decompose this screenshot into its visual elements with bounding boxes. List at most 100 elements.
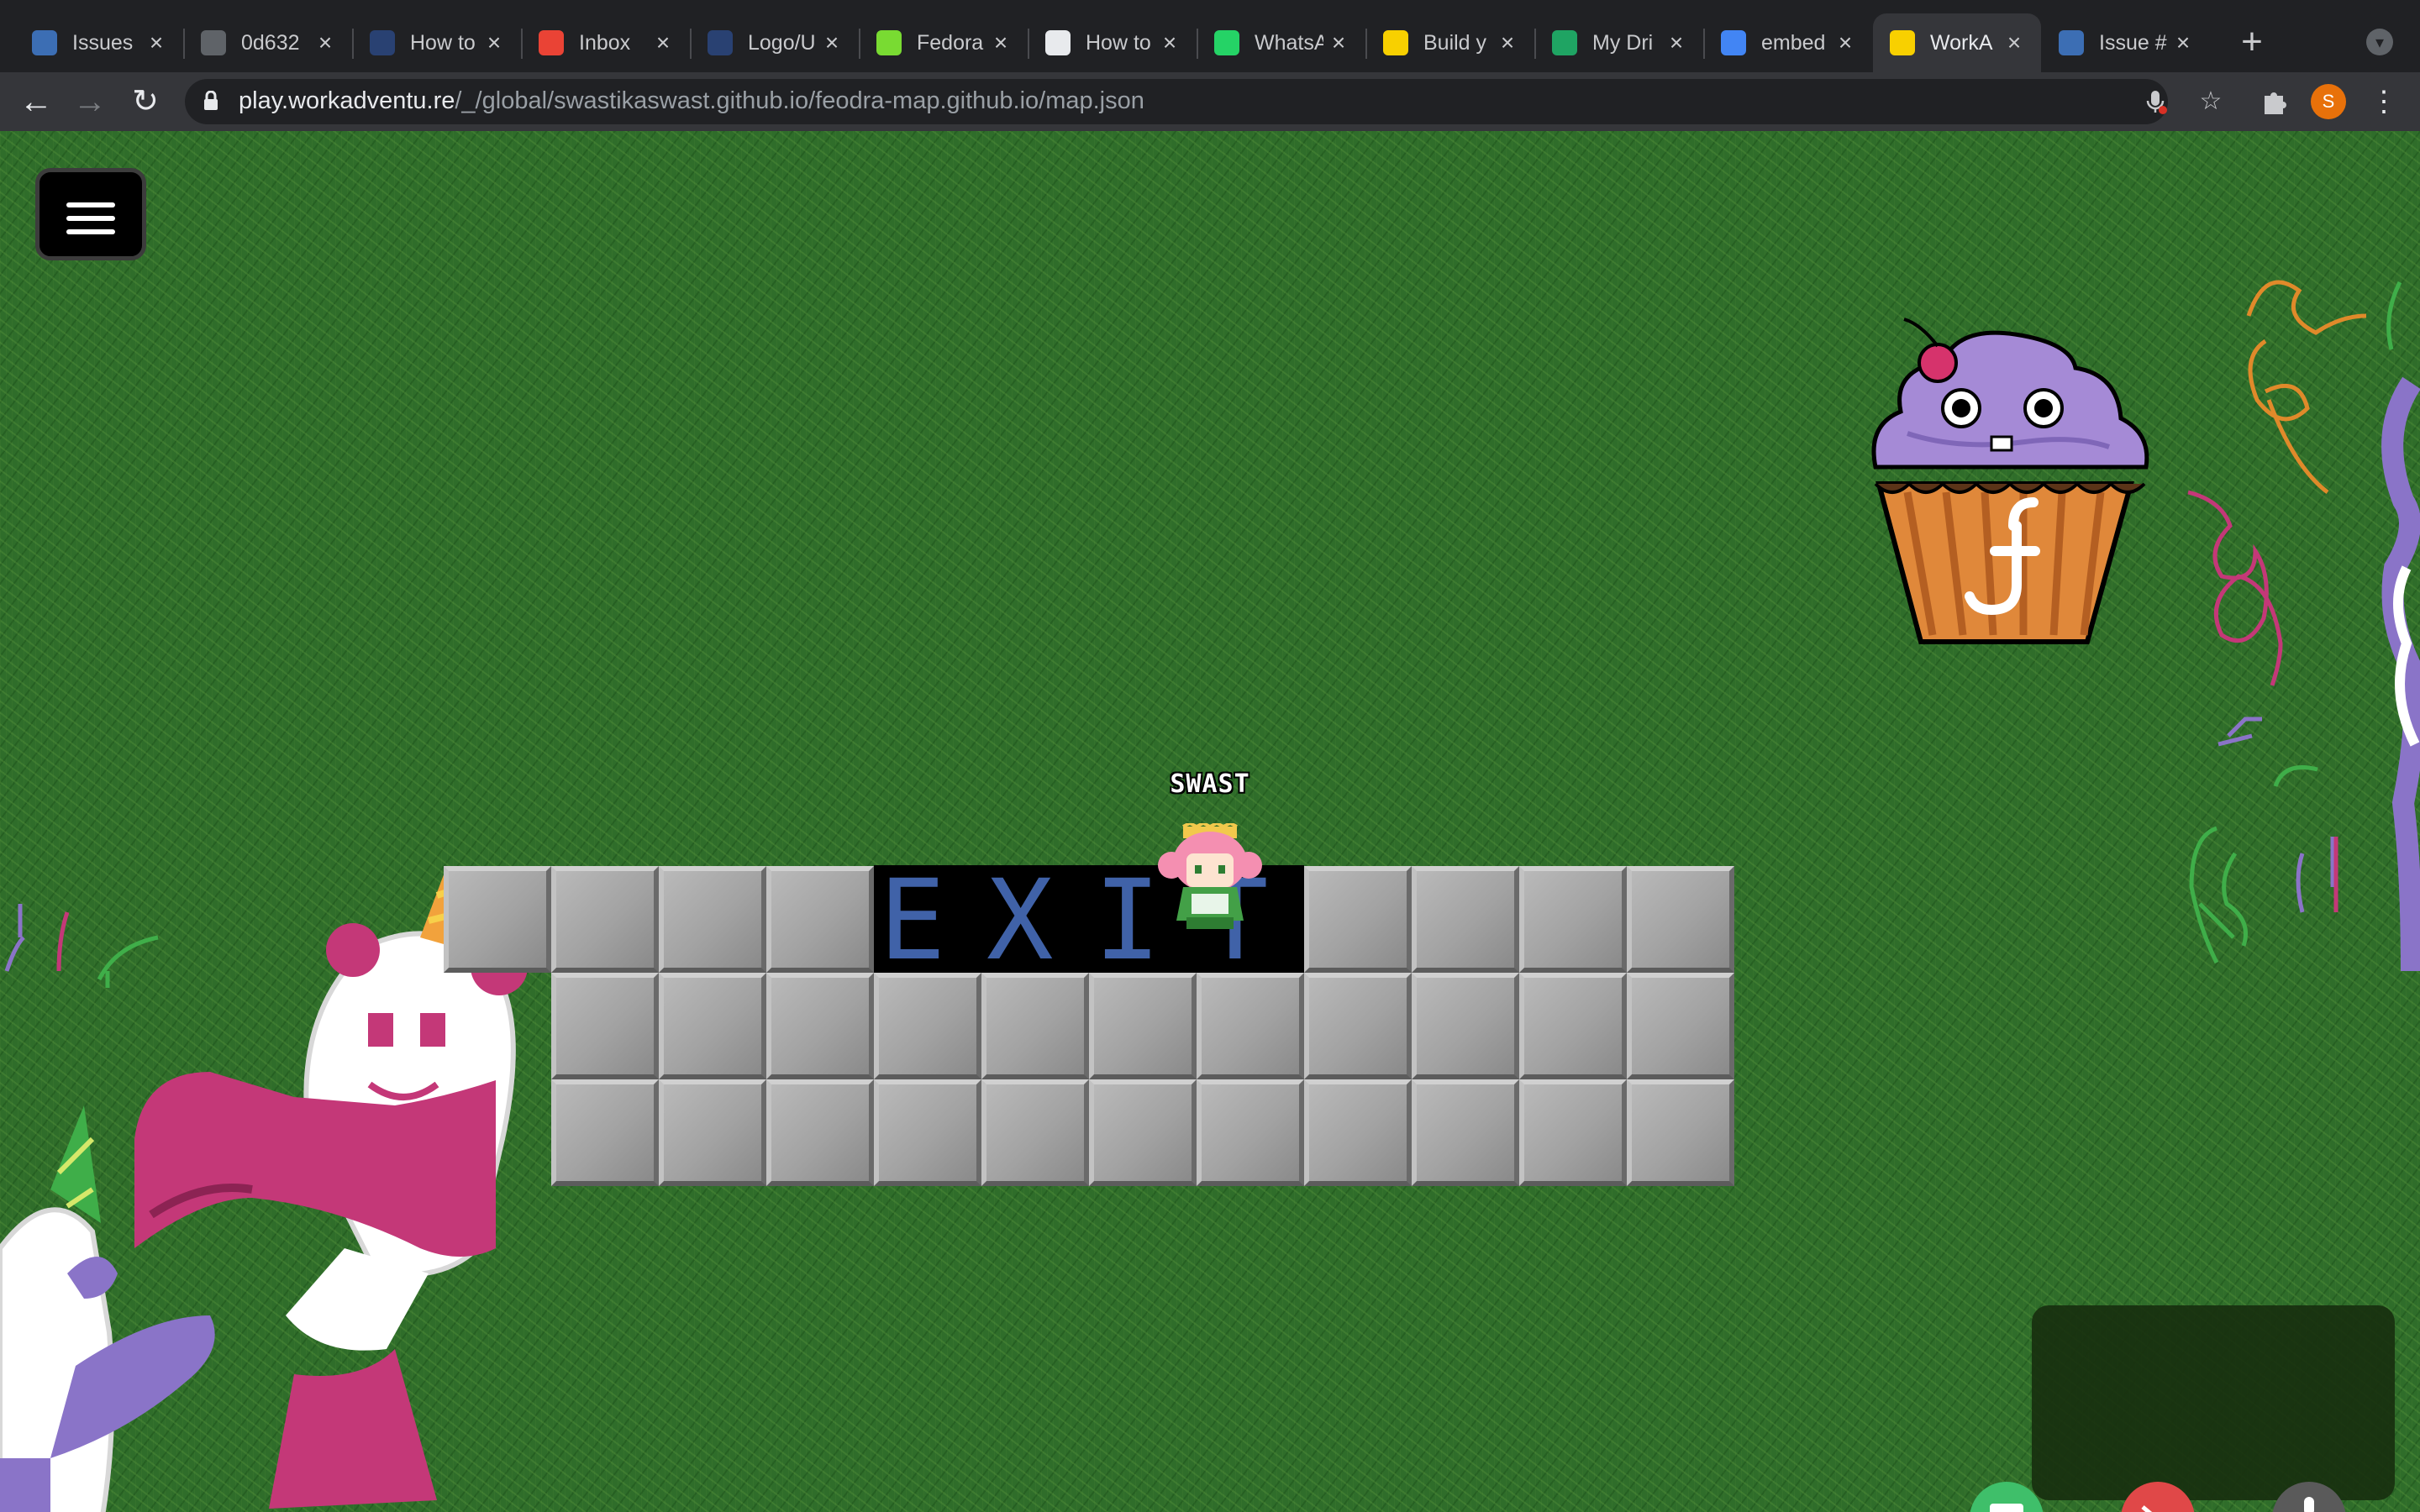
floor-tile bbox=[874, 1079, 981, 1186]
tab-label: Build y bbox=[1423, 30, 1487, 55]
cupcake-sprite bbox=[1871, 318, 2149, 644]
floor-tile bbox=[766, 973, 874, 1079]
mic-blocked-icon[interactable] bbox=[2141, 87, 2170, 116]
back-button[interactable]: ← bbox=[15, 81, 57, 123]
close-tab-icon[interactable]: × bbox=[2001, 29, 2028, 57]
browser-tab[interactable]: WorkA × bbox=[1873, 13, 2041, 72]
floor-tile bbox=[1304, 973, 1412, 1079]
browser-tab[interactable]: Build y × bbox=[1366, 13, 1534, 72]
lock-icon[interactable] bbox=[203, 91, 218, 111]
floor-tile bbox=[1304, 1079, 1412, 1186]
exit-letter: X bbox=[986, 856, 1054, 985]
whatsapp-icon bbox=[1214, 30, 1239, 55]
floor-tile bbox=[551, 973, 659, 1079]
player-name-label: SWAST bbox=[1170, 769, 1250, 799]
new-tab-button[interactable]: + bbox=[2232, 20, 2272, 64]
floor-tile bbox=[1519, 1079, 1627, 1186]
github-icon bbox=[1045, 30, 1071, 55]
floor-tile bbox=[1412, 973, 1519, 1079]
browser-menu-icon[interactable]: ⋮ bbox=[2370, 84, 2398, 119]
forward-button[interactable]: → bbox=[69, 81, 111, 123]
floor-tile bbox=[1412, 866, 1519, 973]
close-tab-icon[interactable]: × bbox=[312, 29, 339, 57]
browser-tab[interactable]: Issues × bbox=[15, 13, 183, 72]
close-tab-icon[interactable]: × bbox=[481, 29, 508, 57]
google-icon bbox=[1721, 30, 1746, 55]
profile-avatar[interactable]: S bbox=[2311, 84, 2346, 119]
workadventure-map[interactable]: E X I T SWAST bbox=[0, 131, 2420, 1512]
tab-label: Logo/U bbox=[748, 30, 816, 55]
browser-tab[interactable]: Inbox × bbox=[522, 13, 690, 72]
close-tab-icon[interactable]: × bbox=[1832, 29, 1859, 57]
close-tab-icon[interactable]: × bbox=[1663, 29, 1690, 57]
url-text[interactable]: play.workadventu.re/_/global/swastikaswa… bbox=[239, 87, 1144, 115]
floor-tile bbox=[1412, 1079, 1519, 1186]
camera-toggle-button[interactable] bbox=[2121, 1482, 2195, 1512]
fedora-logo-icon bbox=[370, 30, 395, 55]
floor-tile bbox=[659, 1079, 766, 1186]
url-host: play.workadventu.re bbox=[239, 87, 455, 114]
browser-tab[interactable]: Logo/U × bbox=[691, 13, 859, 72]
close-tab-icon[interactable]: × bbox=[818, 29, 845, 57]
floor-tile bbox=[1304, 866, 1412, 973]
main-menu-button[interactable] bbox=[35, 168, 146, 260]
browser-tab[interactable]: How to × bbox=[353, 13, 521, 72]
fedora-bug-icon bbox=[2059, 30, 2084, 55]
tab-label: Fedora bbox=[917, 30, 984, 55]
close-tab-icon[interactable]: × bbox=[1156, 29, 1183, 57]
bookmark-star-icon[interactable]: ☆ bbox=[2196, 87, 2225, 116]
address-bar[interactable]: play.workadventu.re/_/global/swastikaswa… bbox=[185, 79, 2222, 124]
tab-label: WorkA bbox=[1930, 30, 1993, 55]
gmail-icon bbox=[539, 30, 564, 55]
floor-tile bbox=[1197, 1079, 1304, 1186]
browser-tab[interactable]: Fedora × bbox=[860, 13, 1028, 72]
fedora-bug-icon bbox=[32, 30, 57, 55]
tab-label: Issues bbox=[72, 30, 134, 55]
floor-tile bbox=[981, 973, 1089, 1079]
reload-button[interactable]: ↻ bbox=[124, 81, 166, 123]
floor-tile bbox=[1627, 866, 1734, 973]
floor-tile bbox=[766, 866, 874, 973]
close-tab-icon[interactable]: × bbox=[650, 29, 676, 57]
browser-tab[interactable]: 0d632 × bbox=[184, 13, 352, 72]
close-tab-icon[interactable]: × bbox=[143, 29, 170, 57]
microphone-button[interactable] bbox=[2272, 1482, 2346, 1512]
chat-button[interactable] bbox=[1970, 1482, 2044, 1512]
globe-icon bbox=[201, 30, 226, 55]
browser-tab[interactable]: WhatsA × bbox=[1197, 13, 1365, 72]
browser-tab[interactable]: My Dri × bbox=[1535, 13, 1703, 72]
camera-preview bbox=[2032, 1305, 2395, 1500]
floor-tile bbox=[551, 1079, 659, 1186]
extensions-puzzle-icon[interactable] bbox=[2259, 87, 2289, 118]
close-tab-icon[interactable]: × bbox=[987, 29, 1014, 57]
floor-tile bbox=[766, 1079, 874, 1186]
player-avatar[interactable] bbox=[1158, 823, 1262, 932]
tab-label: WhatsA bbox=[1255, 30, 1323, 55]
browser-tab[interactable]: Issue # × bbox=[2042, 13, 2210, 72]
tab-label: 0d632 bbox=[241, 30, 300, 55]
close-tab-icon[interactable]: × bbox=[1494, 29, 1521, 57]
floor-tile bbox=[1089, 1079, 1197, 1186]
floor-tile bbox=[1519, 866, 1627, 973]
workadventure-icon bbox=[1890, 30, 1915, 55]
url-path: /_/global/swastikaswast.github.io/feodra… bbox=[455, 87, 1144, 114]
google-drive-icon bbox=[1552, 30, 1577, 55]
floor-tile bbox=[1627, 1079, 1734, 1186]
tab-label: How to bbox=[1086, 30, 1151, 55]
close-tab-icon[interactable]: × bbox=[2170, 29, 2196, 57]
tab-strip: Issues × 0d632 × How to × Inbox × Logo/U × Fedora ×… bbox=[0, 0, 2420, 82]
floor-tile bbox=[1627, 973, 1734, 1079]
browser-tab[interactable]: embed × bbox=[1704, 13, 1872, 72]
tab-search-icon[interactable]: ▾ bbox=[2366, 29, 2393, 55]
floor-tile bbox=[1519, 973, 1627, 1079]
tab-label: How to bbox=[410, 30, 476, 55]
fedora-frog-icon bbox=[876, 30, 902, 55]
confetti-decoration bbox=[2187, 280, 2420, 972]
floor-tile bbox=[1197, 973, 1304, 1079]
close-tab-icon[interactable]: × bbox=[1325, 29, 1352, 57]
floor-tile bbox=[659, 973, 766, 1079]
floor-tile bbox=[551, 866, 659, 973]
exit-letter: E bbox=[879, 856, 946, 985]
tab-label: Issue # bbox=[2099, 30, 2167, 55]
browser-tab[interactable]: How to × bbox=[1028, 13, 1197, 72]
